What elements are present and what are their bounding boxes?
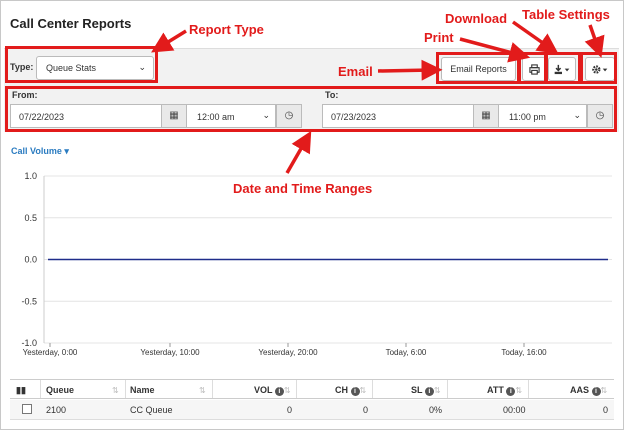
cell-name: CC Queue — [130, 405, 173, 415]
table-header — [10, 379, 614, 399]
sort-icon: ⇅ — [515, 386, 523, 395]
col-header-att[interactable]: ATT i ⇅ — [487, 385, 522, 396]
x-tick-label: Yesterday, 10:00 — [140, 348, 200, 357]
x-tick-label: Yesterday, 20:00 — [258, 348, 318, 357]
annotation-box-type — [5, 46, 158, 83]
annotation-box-download — [544, 52, 581, 84]
x-tick-label: Today, 16:00 — [501, 348, 547, 357]
col-header-aas[interactable]: AAS i ⇅ — [570, 385, 607, 396]
col-ch-label: CH — [335, 385, 348, 395]
sort-icon: ⇅ — [600, 386, 608, 395]
cell-ch: 0 — [363, 405, 369, 415]
row-checkbox[interactable] — [22, 404, 32, 414]
page-title: Call Center Reports — [10, 16, 132, 31]
annotation-date-time-ranges: Date and Time Ranges — [233, 181, 373, 196]
col-aas-label: AAS — [570, 385, 590, 395]
annotation-table-settings: Table Settings — [522, 7, 610, 22]
cell-aas: 0 — [603, 405, 609, 415]
column-divider — [125, 380, 126, 398]
info-icon: i — [350, 387, 360, 396]
y-tick-label: -0.5 — [21, 296, 37, 306]
info-icon: i — [274, 387, 284, 396]
sort-icon[interactable]: ⇅ — [112, 385, 119, 395]
col-header-queue[interactable]: Queue — [46, 385, 74, 395]
col-header-name[interactable]: Name — [130, 385, 155, 395]
x-tick-label: Today, 6:00 — [386, 348, 427, 357]
cell-vol: 0 — [287, 405, 293, 415]
col-name-label: Name — [130, 385, 155, 395]
column-divider — [40, 380, 41, 398]
annotation-print: Print — [424, 30, 454, 45]
annotation-box-date-range — [5, 86, 617, 132]
col-header-sl[interactable]: SL i ⇅ — [411, 385, 441, 396]
annotation-download: Download — [445, 11, 508, 26]
column-divider — [447, 380, 448, 398]
sort-icon: ⇅ — [283, 386, 291, 395]
sort-icon: ⇅ — [433, 386, 441, 395]
call-volume-label: Call Volume — [11, 146, 62, 156]
info-icon: i — [591, 387, 601, 396]
column-divider — [372, 380, 373, 398]
y-tick-label: 1.0 — [24, 171, 37, 181]
cell-sl: 0% — [429, 405, 443, 415]
sort-icon[interactable]: ⇅ — [199, 385, 206, 395]
column-divider — [212, 380, 213, 398]
column-divider — [296, 380, 297, 398]
call-volume-dropdown[interactable]: Call Volume ▾ — [11, 146, 69, 157]
cell-queue: 2100 — [46, 405, 67, 415]
y-tick-label: 0.0 — [24, 255, 37, 265]
col-header-ch[interactable]: CH i ⇅ — [335, 385, 366, 396]
col-queue-label: Queue — [46, 385, 75, 395]
col-att-label: ATT — [487, 385, 504, 395]
y-tick-label: -1.0 — [21, 338, 37, 348]
column-divider — [528, 380, 529, 398]
annotation-box-settings — [580, 52, 617, 84]
sort-icon: ⇅ — [359, 386, 367, 395]
x-tick-label: Yesterday, 0:00 — [23, 348, 78, 357]
col-vol-label: VOL — [254, 385, 273, 395]
info-icon: i — [424, 387, 434, 396]
cell-att: 00:00 — [503, 405, 526, 415]
info-icon: i — [506, 387, 516, 396]
column-chooser-icon[interactable]: ▮▮ — [16, 385, 26, 396]
col-header-vol[interactable]: VOL i ⇅ — [254, 385, 291, 396]
annotation-email: Email — [338, 64, 373, 79]
y-tick-label: 0.5 — [24, 213, 37, 223]
annotation-box-email — [436, 52, 520, 84]
caret-down-icon: ▾ — [64, 146, 69, 156]
col-sl-label: SL — [411, 385, 423, 395]
annotation-report-type: Report Type — [189, 22, 264, 37]
